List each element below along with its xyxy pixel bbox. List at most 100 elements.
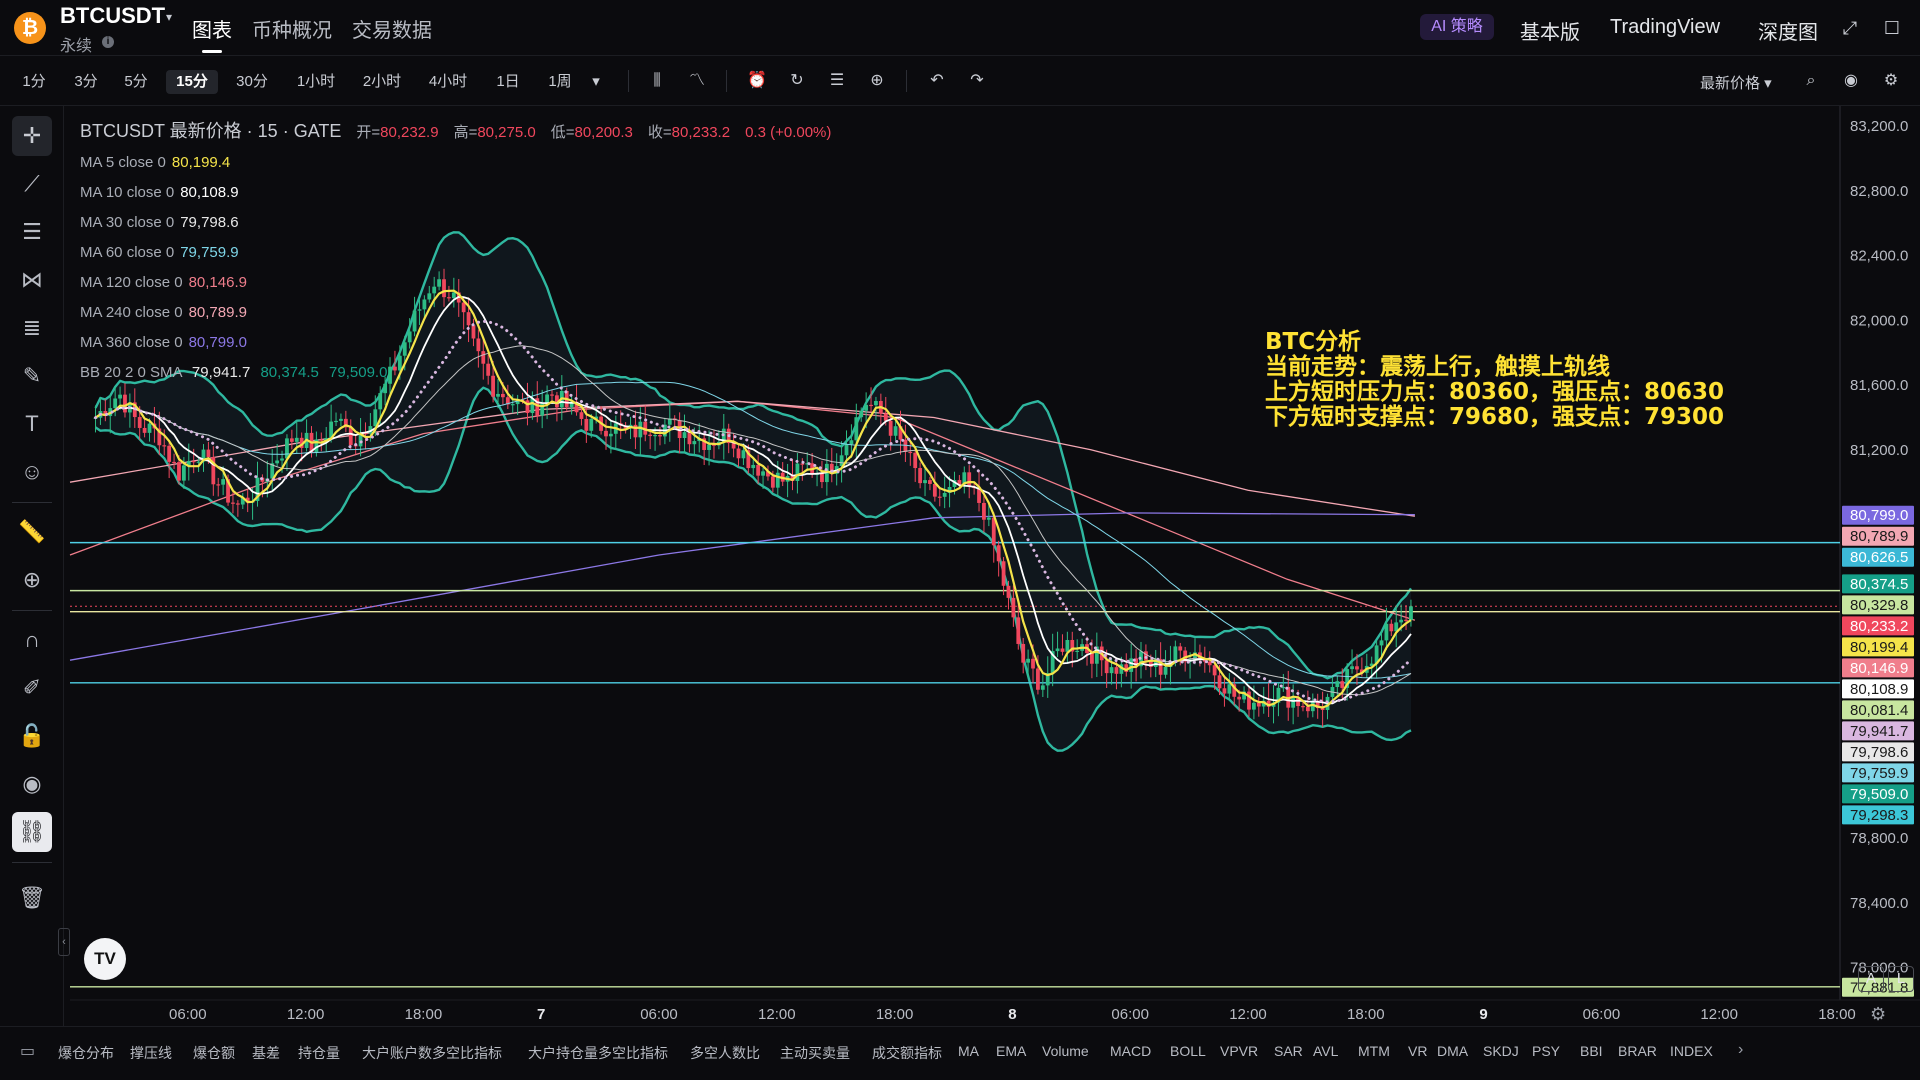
time-tick-label: 18:00	[1818, 1006, 1856, 1023]
legend-ma-label: MA 60 close 0	[80, 244, 175, 261]
price-tick-label: 83,200.0	[1850, 118, 1908, 135]
candle-body	[1065, 639, 1070, 652]
price-tick-label: 78,800.0	[1850, 830, 1908, 847]
candle-body	[967, 472, 972, 487]
indicator-item[interactable]: 爆仓额	[193, 1043, 235, 1063]
indicator-item[interactable]: 大户持仓量多空比指标	[528, 1043, 668, 1063]
candle-body	[1340, 681, 1345, 688]
price-axis-label: 80,146.9	[1850, 660, 1908, 677]
indicator-item[interactable]: BBI	[1580, 1043, 1603, 1059]
candle-body	[1163, 666, 1168, 675]
candle-body	[1040, 685, 1045, 690]
price-axis-label: 80,789.9	[1850, 528, 1908, 545]
candle-body	[996, 545, 1001, 562]
analysis-annotation[interactable]: BTC分析 当前走势：震荡上行，触摸上轨线 上方短时压力点：80360，强压点：…	[1265, 330, 1724, 430]
legend-ma-row: MA 5 close 0 80,199.4	[80, 148, 831, 178]
indicator-item[interactable]: PSY	[1532, 1043, 1560, 1059]
indicator-item[interactable]: MACD	[1110, 1043, 1151, 1059]
indicator-item[interactable]: 多空人数比	[690, 1043, 760, 1063]
candle-body	[986, 517, 991, 520]
legend-ma-label: MA 240 close 0	[80, 304, 183, 321]
candle-body	[918, 468, 923, 484]
price-axis-label: 80,081.4	[1850, 702, 1908, 719]
price-axis-label: 80,799.0	[1850, 507, 1908, 524]
indicator-item[interactable]: 撑压线	[130, 1043, 172, 1063]
candle-body	[172, 461, 176, 464]
candle-body	[319, 439, 324, 441]
candle-body	[1301, 706, 1305, 708]
scroll-right-icon[interactable]: ›	[1738, 1041, 1743, 1059]
candle-body	[736, 448, 741, 459]
indicator-item[interactable]: EMA	[996, 1043, 1026, 1059]
indicator-item[interactable]: 持仓量	[298, 1043, 340, 1063]
price-axis-label: 80,329.8	[1850, 597, 1908, 614]
candle-body	[770, 476, 775, 488]
candle-body	[942, 492, 947, 497]
candle-body	[289, 438, 294, 442]
candle-body	[231, 502, 235, 504]
price-axis-label: 79,509.0	[1850, 786, 1908, 803]
indicator-item[interactable]: SAR	[1274, 1043, 1303, 1059]
candle-body	[658, 435, 662, 437]
candle-body	[235, 503, 240, 505]
tradingview-logo-icon[interactable]: TV	[84, 938, 126, 980]
indicator-item[interactable]: Volume	[1042, 1043, 1089, 1059]
price-tick-label: 78,400.0	[1850, 895, 1908, 912]
legend-ma-label: MA 10 close 0	[80, 184, 175, 201]
indicator-item[interactable]: BOLL	[1170, 1043, 1206, 1059]
candle-body	[1036, 668, 1040, 690]
candle-body	[275, 460, 280, 464]
candle-body	[294, 437, 299, 442]
log-scale-button[interactable]: L	[1888, 966, 1914, 992]
candle-body	[1207, 661, 1212, 666]
collapse-toolbar-button[interactable]: ‹	[58, 928, 70, 956]
indicator-item[interactable]: 爆仓分布	[58, 1043, 114, 1063]
indicator-item[interactable]: 大户账户数多空比指标	[362, 1043, 502, 1063]
legend-title-row: BTCUSDT 最新价格 · 15 · GATE 开=80,232.9 高=80…	[80, 116, 831, 148]
candle-body	[707, 444, 711, 450]
indicator-item[interactable]: 成交额指标	[872, 1043, 942, 1063]
price-axis-label: 79,298.3	[1850, 807, 1908, 824]
candle-body	[1129, 658, 1134, 672]
legend-low: 低=80,200.3	[550, 124, 633, 141]
auto-scale-button[interactable]: A	[1858, 966, 1884, 992]
indicator-item[interactable]: BRAR	[1618, 1043, 1657, 1059]
legend-bb-lower: 79,509.0	[329, 364, 388, 381]
candle-body	[162, 445, 167, 447]
indicator-item[interactable]: VR	[1408, 1043, 1427, 1059]
legend-ma-value: 80,108.9	[180, 184, 239, 201]
candle-body	[1144, 651, 1148, 661]
indicator-item[interactable]: INDEX	[1670, 1043, 1713, 1059]
price-axis-label: 80,108.9	[1850, 681, 1908, 698]
indicator-item[interactable]: MA	[958, 1043, 979, 1059]
legend-ma-label: MA 360 close 0	[80, 334, 183, 351]
candle-body	[869, 404, 873, 407]
candle-body	[1291, 698, 1296, 708]
indicator-item[interactable]: 主动买卖量	[780, 1043, 850, 1063]
legend-ma-value: 79,759.9	[180, 244, 239, 261]
indicator-item[interactable]: SKDJ	[1483, 1043, 1519, 1059]
indicator-item[interactable]: AVL	[1313, 1043, 1338, 1059]
indicator-item[interactable]: VPVR	[1220, 1043, 1258, 1059]
candle-body	[285, 438, 289, 459]
indicator-item[interactable]: DMA	[1437, 1043, 1468, 1059]
price-axis-label: 80,626.5	[1850, 549, 1908, 566]
legend-title: BTCUSDT 最新价格 · 15 · GATE	[80, 121, 342, 141]
candle-body	[638, 421, 643, 438]
candle-body	[1109, 667, 1114, 674]
indicator-item[interactable]: 基差	[252, 1043, 280, 1063]
timezone-settings-icon[interactable]: ⚙	[1870, 1004, 1886, 1025]
candle-body	[1173, 646, 1178, 662]
calendar-icon[interactable]: ▭	[20, 1041, 35, 1061]
price-tick-label: 81,600.0	[1850, 377, 1908, 394]
candle-body	[751, 464, 756, 469]
candle-body	[756, 464, 761, 476]
annotation-line: 下方短时支撑点：79680，强支点：79300	[1265, 404, 1725, 430]
legend-high: 高=80,275.0	[453, 124, 536, 141]
price-tick-label: 82,000.0	[1850, 312, 1908, 329]
candle-body	[1031, 658, 1035, 669]
legend-ma-value: 80,146.9	[188, 274, 247, 291]
candle-body	[775, 472, 780, 488]
candle-body	[1384, 623, 1389, 641]
indicator-item[interactable]: MTM	[1358, 1043, 1390, 1059]
